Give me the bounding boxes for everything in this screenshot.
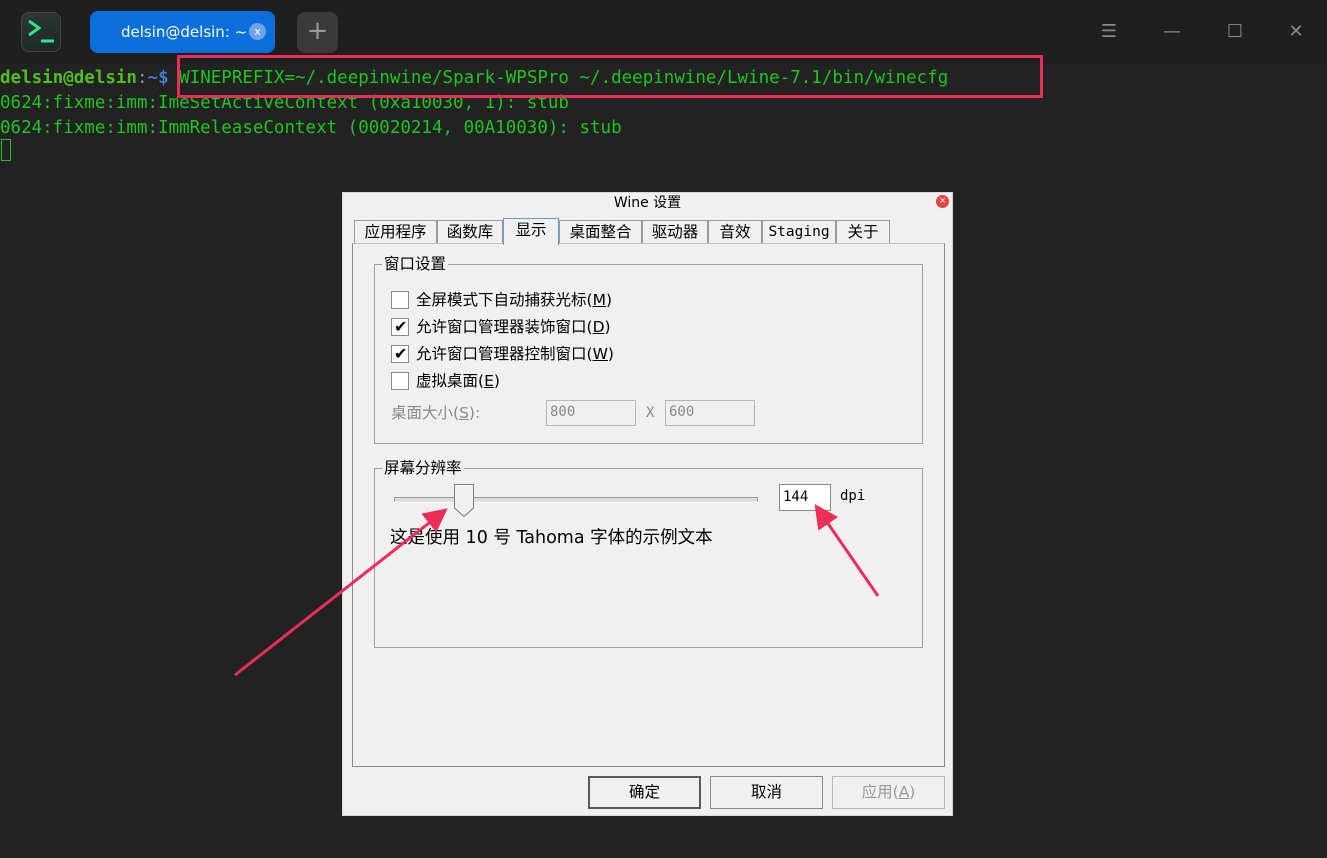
checkbox-box[interactable]: ✔ bbox=[391, 344, 409, 363]
terminal-tab[interactable]: delsin@delsin: ~ x bbox=[90, 11, 275, 53]
tab-about[interactable]: 关于 bbox=[836, 220, 890, 243]
new-tab-button[interactable]: + bbox=[297, 12, 338, 53]
dpi-unit-label: dpi bbox=[840, 488, 866, 504]
prompt-path: ~ bbox=[147, 68, 159, 88]
desktop-height-input[interactable]: 600 bbox=[665, 400, 755, 426]
screen-resolution-group: 屏幕分辨率 144 dpi 这是使用 10 号 Tahoma 字体的示例文本 bbox=[374, 459, 923, 648]
checkbox-label: 允许窗口管理器控制窗口(W) bbox=[416, 345, 614, 363]
tab-libraries[interactable]: 函数库 bbox=[437, 220, 503, 243]
checkmark-icon: ✔ bbox=[394, 317, 408, 336]
cancel-button[interactable]: 取消 bbox=[710, 776, 823, 809]
wine-settings-dialog: Wine 设置 × 应用程序 函数库 显示 桌面整合 驱动器 音效 Stagin… bbox=[342, 192, 953, 816]
font-sample-text: 这是使用 10 号 Tahoma 字体的示例文本 bbox=[390, 528, 713, 548]
command-highlight-box bbox=[177, 55, 1043, 98]
checkbox-label: 虚拟桌面(E) bbox=[416, 372, 500, 390]
prompt-symbol: $ bbox=[158, 68, 180, 88]
desktop-size-label: 桌面大小(S): bbox=[391, 404, 481, 422]
checkmark-icon: ✔ bbox=[394, 344, 408, 363]
tab-drives[interactable]: 驱动器 bbox=[642, 220, 708, 243]
tab-graphics[interactable]: 显示 bbox=[503, 218, 559, 245]
prompt-separator: : bbox=[136, 68, 148, 88]
checkbox-box[interactable] bbox=[391, 372, 409, 390]
tab-applications[interactable]: 应用程序 bbox=[354, 220, 437, 243]
desktop-width-input[interactable]: 800 bbox=[546, 400, 636, 426]
checkbox-box[interactable] bbox=[391, 291, 409, 309]
tab-staging[interactable]: Staging bbox=[762, 220, 836, 243]
menu-icon[interactable]: ☰ bbox=[1095, 18, 1123, 46]
checkbox-box[interactable]: ✔ bbox=[391, 317, 409, 336]
tab-audio[interactable]: 音效 bbox=[708, 220, 762, 243]
terminal-tab-label: delsin@delsin: ~ bbox=[121, 23, 248, 41]
dpi-slider-track[interactable] bbox=[394, 497, 758, 502]
dialog-close-icon[interactable]: × bbox=[936, 195, 949, 208]
tab-desktop-integration[interactable]: 桌面整合 bbox=[559, 220, 642, 243]
checkbox-label: 全屏模式下自动捕获光标(M) bbox=[416, 291, 612, 309]
window-settings-group: 窗口设置 全屏模式下自动捕获光标(M) ✔ 允许窗口管理器装饰窗口(D) ✔ 允… bbox=[374, 255, 923, 444]
output-line: 0624:fixme:imm:ImmReleaseContext (000202… bbox=[0, 118, 622, 138]
close-icon[interactable]: ✕ bbox=[1282, 18, 1310, 46]
dialog-title: Wine 设置 bbox=[613, 195, 682, 211]
graphics-panel: 窗口设置 全屏模式下自动捕获光标(M) ✔ 允许窗口管理器装饰窗口(D) ✔ 允… bbox=[352, 243, 945, 767]
group-title: 窗口设置 bbox=[382, 255, 449, 273]
prompt-user: delsin@delsin bbox=[0, 68, 137, 88]
terminal-app-icon[interactable] bbox=[21, 12, 61, 52]
ok-button[interactable]: 确定 bbox=[588, 776, 701, 809]
terminal-cursor bbox=[1, 139, 11, 161]
tab-close-icon[interactable]: x bbox=[249, 23, 266, 40]
size-separator: X bbox=[646, 405, 655, 421]
minimize-icon[interactable]: — bbox=[1158, 18, 1186, 46]
group-title: 屏幕分辨率 bbox=[382, 459, 464, 477]
checkbox-label: 允许窗口管理器装饰窗口(D) bbox=[416, 318, 611, 336]
dpi-slider-thumb[interactable] bbox=[454, 484, 474, 517]
dpi-input[interactable]: 144 bbox=[779, 484, 831, 511]
maximize-icon[interactable]: ☐ bbox=[1221, 18, 1249, 46]
apply-button[interactable]: 应用(A) bbox=[832, 776, 945, 809]
